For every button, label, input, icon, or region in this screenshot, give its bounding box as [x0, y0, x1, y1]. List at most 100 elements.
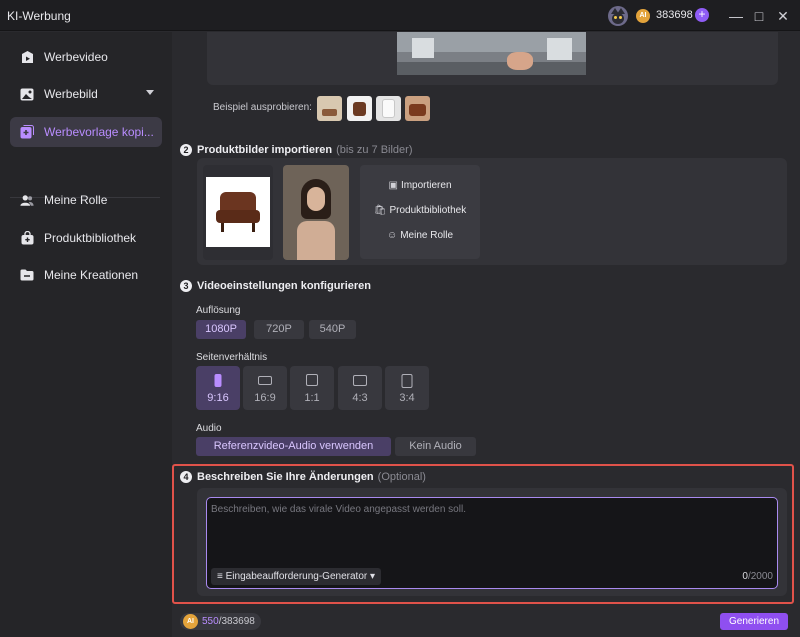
resolution-540p[interactable]: 540P [309, 320, 356, 339]
thumb-shape [382, 99, 395, 118]
prompt-generator-dropdown[interactable]: ≡ Eingabeaufforderung-Generator ▾ [211, 568, 382, 585]
ratio-9-16[interactable]: 9:16 [196, 366, 240, 410]
ratio-label: 16:9 [254, 392, 276, 404]
resolution-1080p[interactable]: 1080P [196, 320, 246, 339]
ratio-4-3-icon [353, 375, 367, 386]
try-example-label: Beispiel ausprobieren: [213, 102, 312, 113]
ratio-1-1-icon [306, 374, 318, 386]
sidebar-item-label: Werbebild [44, 87, 98, 101]
product-images-card: ▣ Importieren 🛍 Produktbibliothek ☺ Meine R… [197, 158, 787, 265]
ratio-3-4-icon [401, 374, 413, 388]
changes-textarea[interactable]: Beschreiben, wie das virale Video angepa… [206, 497, 778, 589]
minimize-icon[interactable]: — [726, 6, 746, 26]
reference-video-preview[interactable] [397, 32, 586, 75]
sidebar-item-label: Meine Kreationen [44, 268, 139, 282]
my-role-label: Meine Rolle [400, 230, 454, 241]
close-icon[interactable]: ✕ [773, 6, 793, 26]
thumb-shape [409, 104, 426, 116]
prompt-generator-label: Eingabeaufforderung-Generator [225, 571, 368, 582]
ratio-16-9-icon [258, 376, 272, 385]
ratio-1-1[interactable]: 1:1 [290, 366, 334, 410]
sidebar-item-meine-kreationen[interactable]: Meine Kreationen [10, 260, 162, 290]
char-max: /2000 [747, 571, 773, 582]
section-2-title: 2 Produktbilder importieren (bis zu 7 Bi… [180, 144, 413, 156]
title-bar: KI-Werbung AI 383698 + — □ ✕ [0, 0, 800, 31]
import-button[interactable]: ▣ Importieren [360, 180, 480, 191]
textarea-placeholder: Beschreiben, wie das virale Video angepa… [211, 504, 466, 515]
cost-total: /383698 [218, 616, 255, 627]
preview-window [547, 38, 572, 60]
add-credits-button[interactable]: + [695, 8, 709, 22]
sidebar-item-werbevorlage[interactable]: Werbevorlage kopi... [10, 117, 162, 147]
resolution-720p[interactable]: 720P [254, 320, 304, 339]
section-title-text: Videoeinstellungen konfigurieren [197, 280, 371, 292]
model-body [297, 221, 335, 260]
audio-use-reference[interactable]: Referenzvideo-Audio verwenden [196, 437, 391, 456]
sidebar-item-label: Produktbibliothek [44, 231, 137, 245]
sidebar-item-label: Werbevorlage kopi... [44, 125, 154, 139]
product-library-button[interactable]: 🛍 Produktbibliothek [360, 205, 480, 216]
sidebar-item-meine-rolle[interactable]: Meine Rolle [10, 185, 162, 215]
audio-none[interactable]: Kein Audio [395, 437, 476, 456]
bag-icon [20, 231, 34, 245]
sidebar-item-label: Werbevideo [44, 50, 108, 64]
ratio-label: 9:16 [207, 392, 229, 404]
coin-icon: AI [183, 614, 198, 629]
sidebar-item-produktbibliothek[interactable]: Produktbibliothek [10, 223, 162, 253]
ratio-16-9[interactable]: 16:9 [243, 366, 287, 410]
chevron-down-icon: ▾ [370, 571, 376, 582]
aspect-ratio-label: Seitenverhältnis [196, 352, 268, 363]
step-number: 3 [180, 280, 192, 292]
coin-icon: AI [636, 9, 650, 23]
app-title: KI-Werbung [7, 9, 71, 23]
thumb-shape [353, 102, 366, 116]
video-icon [20, 50, 34, 64]
bottom-bar: AI 550/383698 Generieren [172, 606, 800, 637]
example-thumb-3[interactable] [376, 96, 401, 121]
sidebar-item-label: Meine Rolle [44, 193, 108, 207]
ratio-label: 4:3 [352, 392, 368, 404]
section-hint: (bis zu 7 Bilder) [336, 144, 413, 156]
char-counter: 0/2000 [742, 571, 773, 582]
thumb-shape [322, 109, 337, 116]
example-thumb-4[interactable] [405, 96, 430, 121]
template-copy-icon [20, 125, 34, 139]
section-4-title: 4 Beschreiben Sie Ihre Änderungen (Optio… [180, 471, 426, 483]
cost-used: 550 [202, 616, 219, 627]
product-image-model[interactable] [283, 165, 349, 260]
bag-icon: 🛍 [373, 205, 387, 216]
ratio-3-4[interactable]: 3:4 [385, 366, 429, 410]
import-options-panel: ▣ Importieren 🛍 Produktbibliothek ☺ Meine R… [360, 165, 480, 259]
example-thumb-1[interactable] [317, 96, 342, 121]
sidebar-item-werbevideo[interactable]: Werbevideo [10, 42, 162, 72]
model-face [307, 187, 325, 211]
chair-leg [252, 223, 255, 232]
preview-floor [397, 62, 586, 75]
chair-seat [216, 210, 260, 223]
image-add-icon: ▣ [388, 180, 398, 191]
product-library-label: Produktbibliothek [389, 205, 467, 216]
user-icon [20, 193, 34, 207]
audio-label: Audio [196, 423, 222, 434]
sidebar-item-werbebild[interactable]: Werbebild [10, 79, 162, 109]
section-title-text: Beschreiben Sie Ihre Änderungen [197, 471, 374, 483]
generate-button[interactable]: Generieren [720, 613, 788, 630]
import-label: Importieren [400, 180, 452, 191]
my-role-button[interactable]: ☺ Meine Rolle [360, 230, 480, 241]
ratio-9-16-icon [214, 374, 222, 387]
user-avatar[interactable] [608, 6, 628, 26]
user-icon: ☺ [386, 230, 398, 241]
avatar-eye-left [614, 16, 617, 19]
chevron-down-icon[interactable] [146, 90, 154, 95]
maximize-icon[interactable]: □ [749, 6, 769, 26]
ratio-4-3[interactable]: 4:3 [338, 366, 382, 410]
product-image-chair[interactable] [203, 165, 273, 260]
chair-leg [221, 223, 224, 232]
image-icon [20, 87, 34, 101]
ratio-label: 1:1 [304, 392, 320, 404]
sidebar: Werbevideo Werbebild Werbevorlage kopi..… [0, 32, 172, 637]
section-title-text: Produktbilder importieren [197, 144, 333, 156]
example-thumb-2[interactable] [347, 96, 372, 121]
prompt-generator-icon: ≡ [217, 571, 223, 582]
avatar-eye-right [619, 16, 622, 19]
